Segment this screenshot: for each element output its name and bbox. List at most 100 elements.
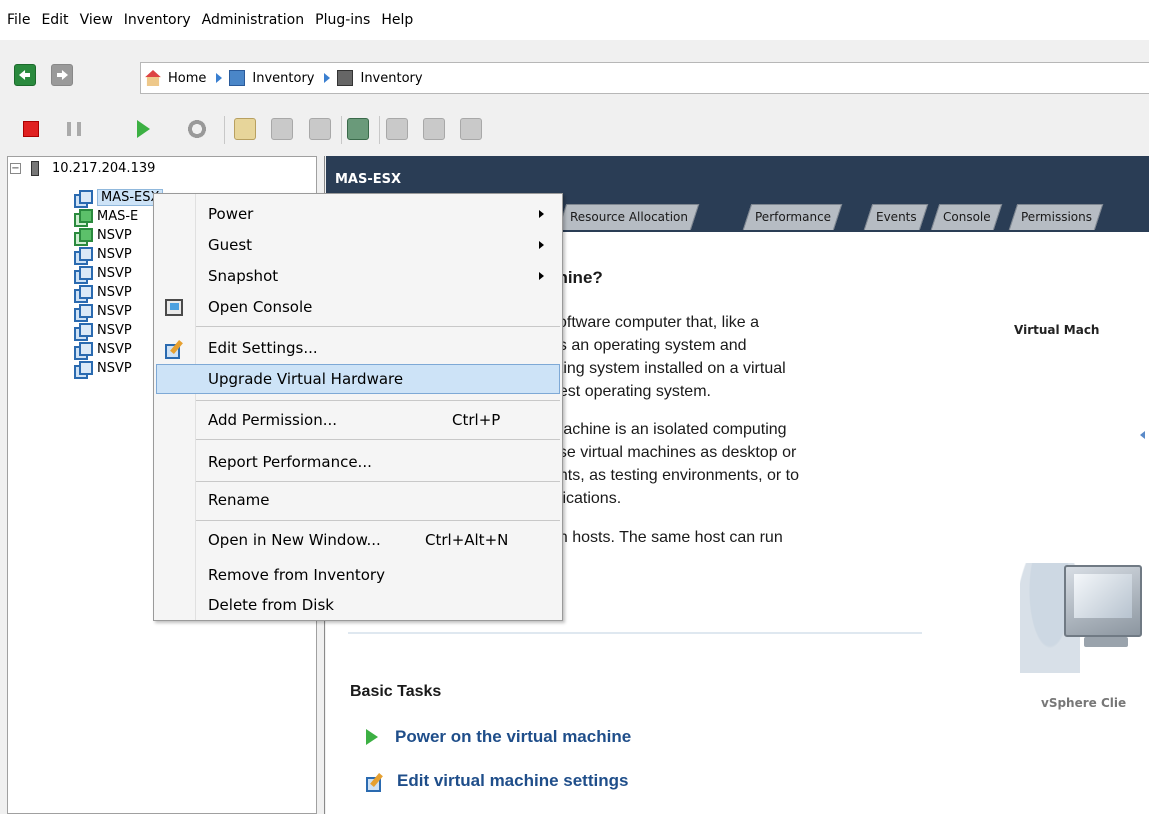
tree-item-vm[interactable]: NSVP	[74, 340, 132, 360]
tree-item-vm[interactable]: NSVP	[74, 283, 132, 303]
tree-item-label[interactable]: NSVP	[97, 228, 132, 243]
menu-separator	[196, 439, 560, 440]
task-label[interactable]: Power on the virtual machine	[395, 727, 631, 747]
migrate-icon[interactable]	[423, 118, 445, 140]
tree-item-vm[interactable]: NSVP	[74, 264, 132, 284]
clone-icon[interactable]	[460, 118, 482, 140]
console-icon[interactable]	[347, 118, 369, 140]
edit-vm-icon	[366, 773, 384, 792]
menu-file[interactable]: File	[7, 12, 30, 28]
vm-icon	[74, 341, 93, 360]
task-label[interactable]: Edit virtual machine settings	[397, 771, 628, 791]
menu-item-shortcut: Ctrl+P	[452, 411, 501, 429]
toolbar-separator	[224, 116, 225, 144]
vm-icon	[74, 265, 93, 284]
tab-permissions[interactable]: Permissions	[1008, 204, 1104, 230]
snapshot-icon[interactable]	[234, 118, 256, 140]
inventory-icon	[229, 70, 246, 86]
menu-item-remove-from-inventory[interactable]: Remove from Inventory	[154, 560, 562, 590]
menu-view[interactable]: View	[80, 12, 113, 28]
menu-item-guest[interactable]: Guest	[154, 230, 562, 260]
breadcrumb-separator-icon	[216, 73, 223, 83]
menu-separator	[196, 481, 560, 482]
tree-item-label[interactable]: NSVP	[97, 285, 132, 300]
vm-powered-on-icon	[74, 227, 93, 246]
monitor-stand	[1084, 637, 1128, 647]
host-label[interactable]: 10.217.204.139	[52, 161, 155, 176]
menu-item-edit-settings[interactable]: Edit Settings...	[154, 333, 562, 363]
stop-icon[interactable]	[23, 121, 39, 137]
tree-item-vm[interactable]: NSVP	[74, 245, 132, 265]
menu-item-label: Snapshot	[208, 267, 279, 285]
side-panel-title: Virtual Mach	[1014, 323, 1100, 337]
toolbar-separator	[341, 116, 342, 144]
menu-item-label: Edit Settings...	[208, 339, 318, 357]
tree-item-vm[interactable]: NSVP	[74, 302, 132, 322]
menu-item-snapshot[interactable]: Snapshot	[154, 261, 562, 291]
menu-item-label: Rename	[208, 491, 270, 509]
menu-item-delete-from-disk[interactable]: Delete from Disk	[154, 590, 562, 620]
forward-arrow-icon[interactable]	[51, 64, 73, 86]
menu-item-label: Upgrade Virtual Hardware	[208, 370, 404, 388]
play-icon	[366, 729, 378, 745]
menu-item-report-performance[interactable]: Report Performance...	[154, 447, 562, 477]
menu-item-power[interactable]: Power	[154, 199, 562, 229]
breadcrumb-inventory[interactable]: Inventory	[252, 71, 314, 86]
menu-item-open-in-new-window[interactable]: Open in New Window... Ctrl+Alt+N	[154, 525, 562, 555]
tree-item-vm[interactable]: MAS-E	[74, 207, 138, 227]
breadcrumb-home[interactable]: Home	[168, 71, 206, 86]
collapse-icon[interactable]: −	[10, 163, 21, 174]
vm-icon	[74, 284, 93, 303]
menu-administration[interactable]: Administration	[202, 12, 304, 28]
page-title: MAS-ESX	[335, 172, 402, 187]
edit-vm-icon[interactable]	[386, 118, 408, 140]
breadcrumb: Home Inventory Inventory	[140, 62, 1149, 94]
tree-item-label[interactable]: MAS-E	[97, 209, 138, 224]
tab-label: Events	[876, 210, 917, 224]
content-text: use virtual machines as desktop or	[550, 444, 797, 461]
menu-separator	[196, 326, 560, 327]
menu-item-upgrade-virtual-hardware[interactable]: Upgrade Virtual Hardware	[156, 364, 560, 394]
menu-inventory[interactable]: Inventory	[124, 12, 191, 28]
menu-bar: File Edit View Inventory Administration …	[0, 0, 1149, 40]
tree-item-vm[interactable]: NSVP	[74, 359, 132, 379]
tree-item-label[interactable]: NSVP	[97, 247, 132, 262]
tab-console[interactable]: Console	[930, 204, 1002, 230]
host-icon	[31, 161, 39, 176]
menu-item-rename[interactable]: Rename	[154, 485, 562, 515]
revert-icon[interactable]	[271, 118, 293, 140]
reset-icon[interactable]	[186, 118, 208, 140]
breadcrumb-inventory-vms[interactable]: Inventory	[360, 71, 422, 86]
menu-item-label: Delete from Disk	[208, 596, 334, 614]
tree-item-label[interactable]: NSVP	[97, 304, 132, 319]
section-divider	[348, 632, 922, 634]
edit-vm-icon	[165, 340, 183, 359]
snapshot-manager-icon[interactable]	[309, 118, 331, 140]
tree-item-label[interactable]: NSVP	[97, 266, 132, 281]
monitor-icon	[1064, 565, 1142, 637]
play-icon[interactable]	[137, 120, 150, 138]
tab-events[interactable]: Events	[863, 204, 928, 230]
menu-item-add-permission[interactable]: Add Permission... Ctrl+P	[154, 405, 562, 435]
submenu-arrow-icon	[539, 241, 544, 249]
tree-item-label[interactable]: NSVP	[97, 323, 132, 338]
tab-resource-allocation[interactable]: Resource Allocation	[557, 204, 700, 230]
menu-edit[interactable]: Edit	[41, 12, 68, 28]
menu-item-label: Remove from Inventory	[208, 566, 385, 584]
pause-icon[interactable]	[67, 122, 81, 136]
tree-item-label[interactable]: NSVP	[97, 361, 132, 376]
menu-plugins[interactable]: Plug-ins	[315, 12, 370, 28]
vm-icon	[74, 360, 93, 379]
power-on-task-link[interactable]: Power on the virtual machine	[366, 727, 631, 747]
back-arrow-icon[interactable]	[14, 64, 36, 86]
menu-item-open-console[interactable]: Open Console	[154, 292, 562, 322]
tree-item-vm[interactable]: NSVP	[74, 226, 132, 246]
tab-performance[interactable]: Performance	[742, 204, 843, 230]
tree-host-node[interactable]: − 10.217.204.139	[10, 161, 155, 176]
tree-item-vm[interactable]: MAS-ESX	[74, 188, 164, 208]
edit-settings-task-link[interactable]: Edit virtual machine settings	[366, 771, 628, 792]
toolbar-separator	[379, 116, 380, 144]
tree-item-vm[interactable]: NSVP	[74, 321, 132, 341]
tree-item-label[interactable]: NSVP	[97, 342, 132, 357]
menu-help[interactable]: Help	[381, 12, 413, 28]
